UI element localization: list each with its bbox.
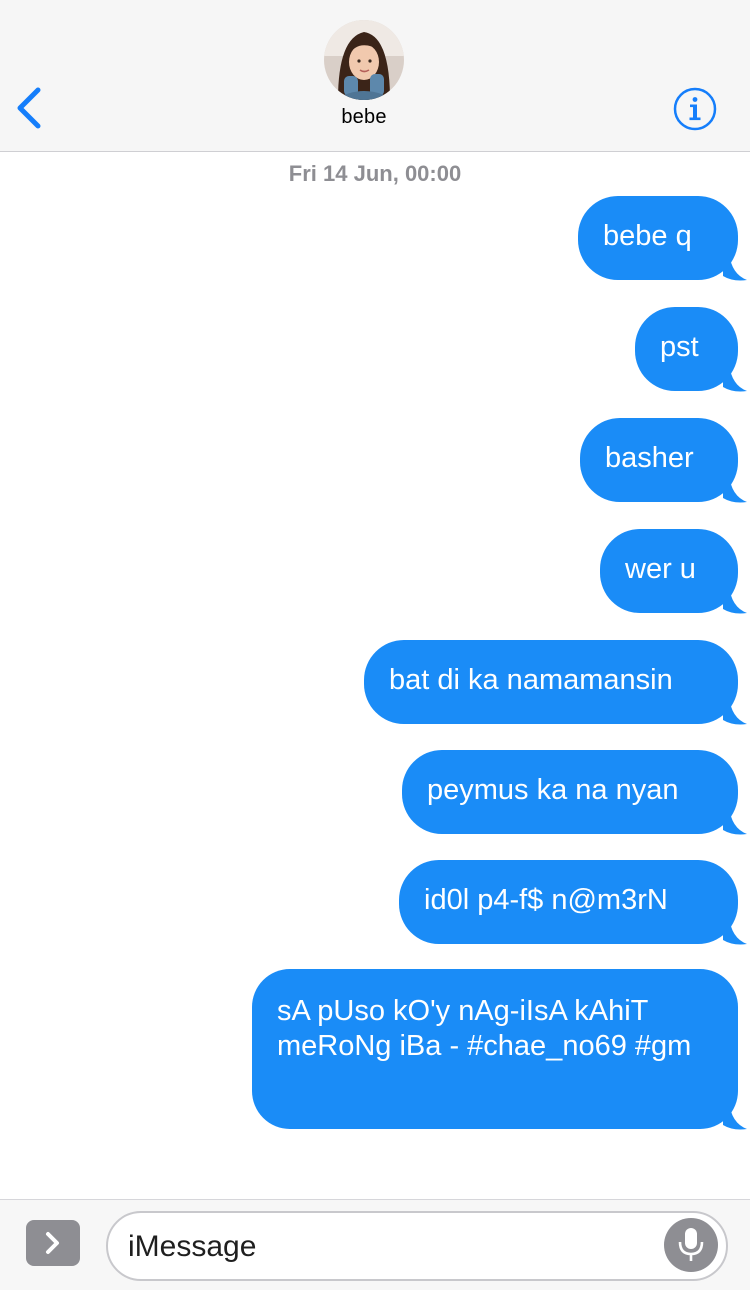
apps-button[interactable] xyxy=(26,1220,80,1266)
message-bubble[interactable]: id0l p4-f$ n@m3rN xyxy=(399,860,738,944)
message-bubble[interactable]: bat di ka namamansin xyxy=(364,640,738,724)
message-timestamp: Fri 14 Jun, 00:00 xyxy=(0,161,750,187)
message-bubble[interactable]: wer u xyxy=(600,529,738,613)
info-icon xyxy=(673,87,717,131)
info-button[interactable] xyxy=(672,86,718,132)
contact-photo xyxy=(324,20,404,100)
chevron-right-icon xyxy=(46,1232,59,1254)
message-bubble[interactable]: pst xyxy=(635,307,738,391)
conversation-header: bebe xyxy=(0,0,750,152)
message-bubble[interactable]: bebe q xyxy=(578,196,738,280)
contact-name[interactable]: bebe xyxy=(0,106,728,129)
message-bubble[interactable]: peymus ka na nyan xyxy=(402,750,738,834)
microphone-icon xyxy=(678,1228,704,1261)
microphone-button[interactable] xyxy=(664,1218,718,1272)
message-bubble[interactable]: sA pUso kO'y nAg-iIsA kAhiT meRoNg iBa -… xyxy=(252,969,738,1129)
timestamp-date: 14 Jun, 00:00 xyxy=(323,161,462,186)
messages-screen: bebe Fri 14 Jun, 00:00 bebe q pst basher… xyxy=(0,0,750,1290)
compose-bar xyxy=(0,1199,750,1290)
avatar[interactable] xyxy=(324,20,404,100)
message-input-field[interactable] xyxy=(106,1211,728,1281)
message-bubble[interactable]: basher xyxy=(580,418,738,502)
timestamp-day: Fri xyxy=(288,161,317,186)
message-input[interactable] xyxy=(126,1223,650,1271)
